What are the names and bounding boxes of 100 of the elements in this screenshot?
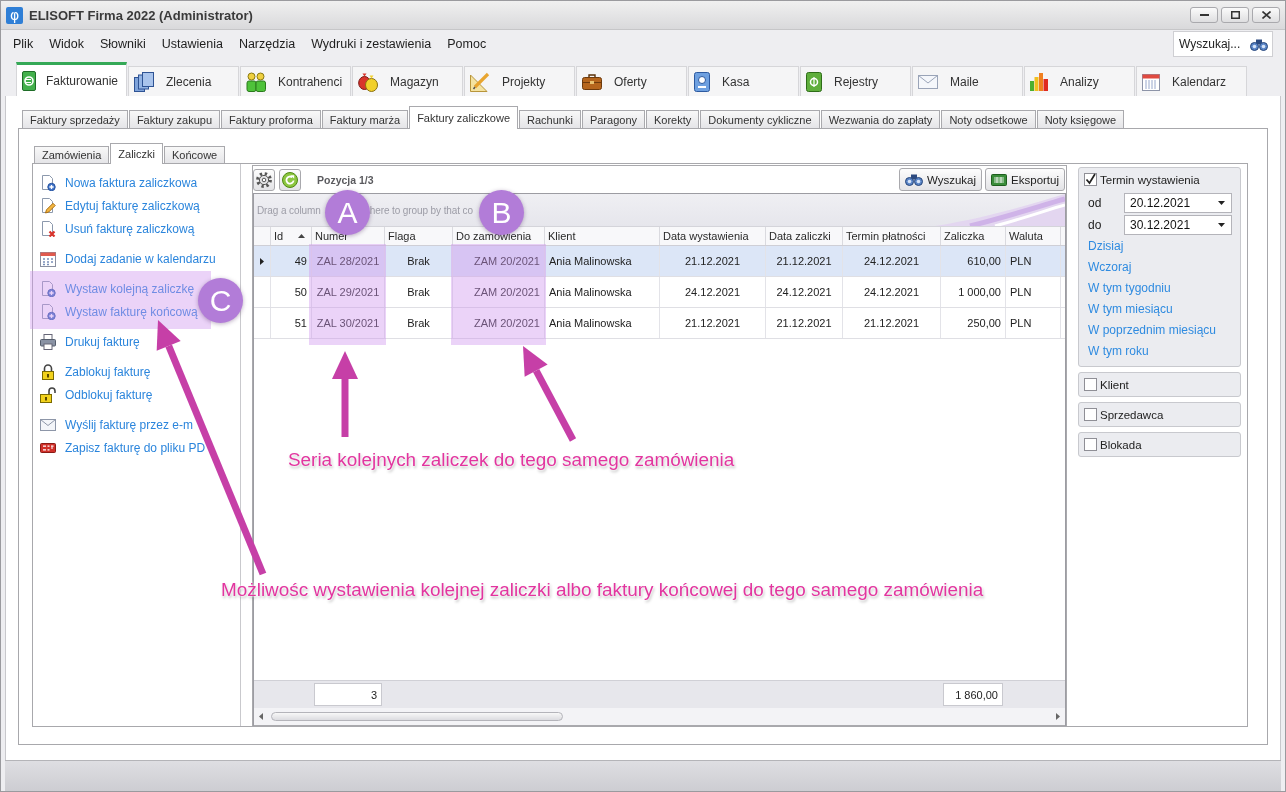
cash-box-icon [694, 71, 710, 92]
module-tab[interactable]: Fakturowanie [16, 62, 127, 96]
module-tab[interactable]: Zlecenia [128, 66, 239, 96]
action-link[interactable]: Nowa faktura zaliczkowa [33, 171, 198, 194]
scrollbar-thumb[interactable] [271, 712, 563, 721]
settings-button[interactable] [253, 168, 275, 191]
refresh-button[interactable] [279, 168, 301, 191]
action-link[interactable]: Usuń fakturę zaliczkową [33, 217, 195, 240]
table-cell: PLN [1006, 277, 1061, 307]
document-tab[interactable]: Noty odsetkowe [941, 110, 1036, 128]
filter-label: Blokada [1100, 438, 1142, 451]
menu-item[interactable]: Słowniki [99, 37, 146, 51]
document-tab[interactable]: Noty księgowe [1036, 110, 1125, 128]
search-field[interactable]: Wyszukaj... [1173, 31, 1273, 57]
menu-item[interactable]: Narzędzia [238, 37, 296, 51]
document-tab[interactable]: Korekty [646, 110, 700, 128]
table-cell: Brak [385, 308, 453, 338]
action-link[interactable]: Zapisz fakturę do pliku PD [33, 436, 206, 459]
binoculars-icon [904, 173, 923, 186]
pencil-ruler-icon [470, 71, 490, 92]
module-tab[interactable]: Oferty [576, 66, 687, 96]
document-tab[interactable]: Rachunki [519, 110, 581, 128]
date-field[interactable]: 30.12.2021 [1124, 215, 1232, 235]
export-button[interactable]: Eksportuj [985, 168, 1065, 191]
close-button[interactable] [1252, 7, 1280, 23]
envelope-icon [918, 74, 938, 89]
app-logo: φ [6, 6, 23, 24]
minimize-icon [1199, 14, 1209, 16]
date-field[interactable]: 20.12.2021 [1124, 193, 1232, 213]
checkbox[interactable] [1084, 378, 1097, 391]
menu-item[interactable]: Wydruki i zestawienia [311, 37, 432, 51]
document-tab[interactable]: Paragony [581, 110, 645, 128]
module-tab[interactable]: Rejestry [800, 66, 911, 96]
document-tab[interactable]: Faktury zaliczkowe [409, 106, 519, 129]
column-header[interactable]: Data wystawienia [660, 227, 766, 245]
scroll-right-icon[interactable] [1056, 713, 1060, 720]
checkbox[interactable] [1084, 438, 1097, 451]
scroll-left-icon[interactable] [259, 713, 263, 720]
spreadsheet-icon [991, 173, 1008, 186]
row-indicator-icon [260, 257, 264, 265]
view-tab[interactable]: Końcowe [164, 146, 226, 163]
document-tab[interactable]: Wezwania do zapłaty [820, 110, 941, 128]
module-tab[interactable]: Kasa [688, 66, 799, 96]
checkbox[interactable] [1084, 173, 1097, 186]
dropdown-icon[interactable] [1218, 201, 1225, 205]
column-header[interactable]: Waluta [1006, 227, 1061, 245]
record-position: Pozycja 1/3 [317, 173, 374, 186]
table-cell: 50 [271, 277, 312, 307]
table-cell: 21.12.2021 [660, 246, 766, 276]
checkbox[interactable] [1084, 408, 1097, 421]
column-header[interactable]: Zaliczka [941, 227, 1006, 245]
grid-row[interactable]: 50 ZAL 29/2021 Brak ZAM 20/2021 Ania Malinowska 24.12.2021 24.12.2021 24.12.2021 1 000,00 PLN [254, 277, 1065, 308]
padlock-icon [40, 363, 56, 380]
annotation-caption: Możliwośc wystawienia kolejnej zaliczki albo faktury końcowej do tego samego zamówienia [221, 578, 984, 601]
module-tab[interactable]: Analizy [1024, 66, 1135, 96]
dropdown-icon[interactable] [1218, 223, 1225, 227]
close-icon [1261, 11, 1271, 19]
table-cell: 21.12.2021 [766, 308, 843, 338]
table-cell: 24.12.2021 [843, 246, 941, 276]
column-header[interactable]: Id [271, 227, 312, 245]
table-cell: ZAM 20/2021 [453, 246, 545, 276]
column-header[interactable]: Klient [545, 227, 660, 245]
table-cell: 24.12.2021 [766, 277, 843, 307]
module-tab[interactable]: Kalendarz [1136, 66, 1247, 96]
document-tab[interactable]: Dokumenty cykliczne [700, 110, 820, 128]
menu-item[interactable]: Plik [13, 37, 34, 51]
action-link[interactable]: Odblokuj fakturę [33, 383, 153, 406]
grid-row[interactable]: 51 ZAL 30/2021 Brak ZAM 20/2021 Ania Malinowska 21.12.2021 21.12.2021 21.12.2021 250,00 PLN [254, 308, 1065, 339]
action-link[interactable]: Drukuj fakturę [33, 330, 140, 353]
document-plus-icon [40, 280, 56, 297]
action-link[interactable]: Edytuj fakturę zaliczkową [33, 194, 200, 217]
column-header[interactable]: Flaga [385, 227, 453, 245]
document-tab[interactable]: Faktury sprzedaży [22, 110, 128, 128]
module-tab[interactable]: Maile [912, 66, 1023, 96]
grid-row[interactable]: 49 ZAL 28/2021 Brak ZAM 20/2021 Ania Malinowska 21.12.2021 21.12.2021 24.12.2021 610,00 PLN [254, 246, 1065, 277]
menu-item[interactable]: Ustawienia [161, 37, 223, 51]
menu-item[interactable]: Pomoc [447, 37, 487, 51]
document-tab[interactable]: Faktury proforma [221, 110, 321, 128]
view-tab[interactable]: Zaliczki [110, 143, 163, 164]
column-header[interactable]: Termin płatności [843, 227, 941, 245]
action-link[interactable]: Dodaj zadanie w kalendarzu [33, 247, 216, 270]
document-tab[interactable]: Faktury zakupu [128, 110, 221, 128]
horizontal-scrollbar[interactable] [254, 708, 1065, 726]
table-cell: Brak [385, 277, 453, 307]
document-pencil-icon [40, 197, 56, 214]
menu-item[interactable]: Widok [49, 37, 84, 51]
action-link[interactable]: Zablokuj fakturę [33, 360, 151, 383]
open-padlock-icon [40, 386, 56, 403]
minimize-button[interactable] [1190, 7, 1218, 23]
action-link[interactable]: Wyślij fakturę przez e-m [33, 413, 193, 436]
module-tab[interactable]: Magazyn [352, 66, 463, 96]
document-tab[interactable]: Faktury marża [321, 110, 409, 128]
module-tab[interactable]: Projekty [464, 66, 575, 96]
maximize-button[interactable] [1221, 7, 1249, 23]
search-button[interactable]: Wyszukaj [898, 168, 983, 191]
view-tab[interactable]: Zamówienia [34, 146, 110, 163]
table-cell: PLN [1006, 308, 1061, 338]
column-header[interactable]: Data zaliczki [766, 227, 843, 245]
table-cell: Brak [385, 246, 453, 276]
module-tab[interactable]: Kontrahenci [240, 66, 351, 96]
